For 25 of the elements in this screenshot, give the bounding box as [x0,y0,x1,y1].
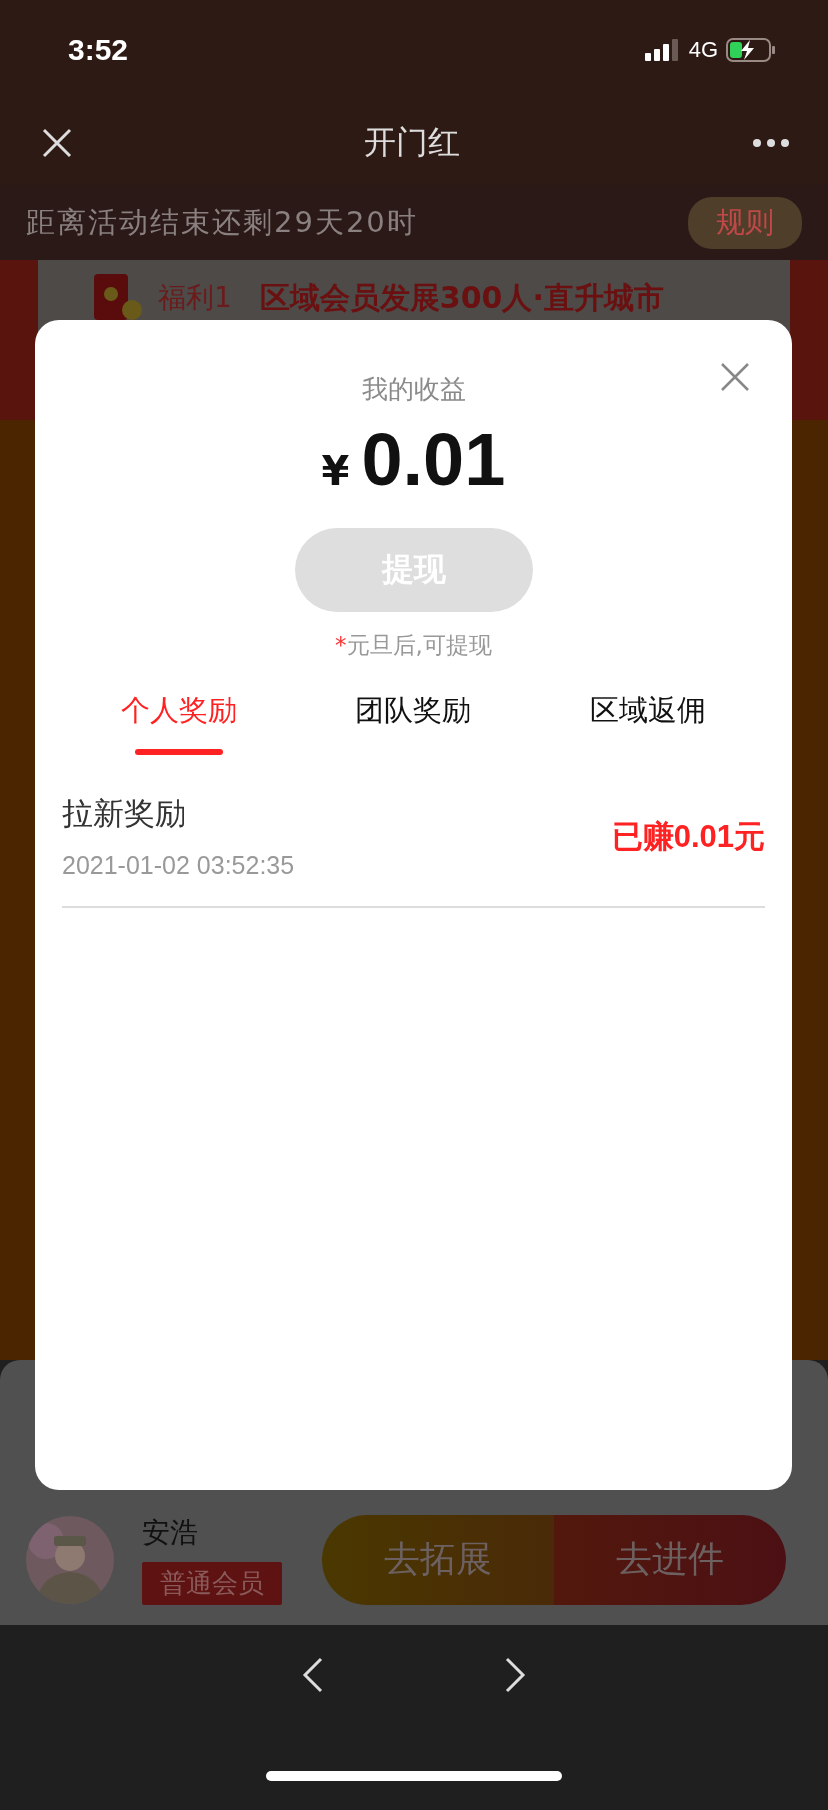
back-icon[interactable] [302,1657,324,1693]
rules-button[interactable]: 规则 [688,196,802,249]
record-amount: 已赚0.01元 [611,817,765,856]
benefit-title: 区域会员发展300人·直升城市 [259,278,664,317]
page-title: 开门红 [364,121,460,163]
action-button[interactable]: 去拓展 [322,1514,554,1605]
network-label: 4G [688,37,718,63]
tab[interactable]: 个人奖励 [121,681,238,741]
currency-symbol: ¥ [321,448,350,494]
member-level-badge: 普通会员 [142,1562,282,1605]
required-mark: * [335,632,347,658]
forward-icon[interactable] [504,1657,526,1693]
member-name: 安浩 [142,1515,198,1551]
more-icon[interactable] [752,137,790,148]
countdown-text: 距离活动结束还剩29天20时 [26,203,418,241]
earnings-amount: 0.01 [361,417,506,502]
record-title: 拉新奖励 [62,794,187,833]
signal-icon [644,39,681,61]
withdraw-note: 元旦后,可提现 [346,632,492,658]
record-time: 2021-01-02 03:52:35 [62,851,295,880]
action-button[interactable]: 去进件 [554,1514,786,1605]
tab[interactable]: 团队奖励 [355,681,472,741]
status-time: 3:52 [68,33,129,67]
tab[interactable]: 区域返佣 [589,681,706,741]
dialog-title: 我的收益 [361,373,466,406]
